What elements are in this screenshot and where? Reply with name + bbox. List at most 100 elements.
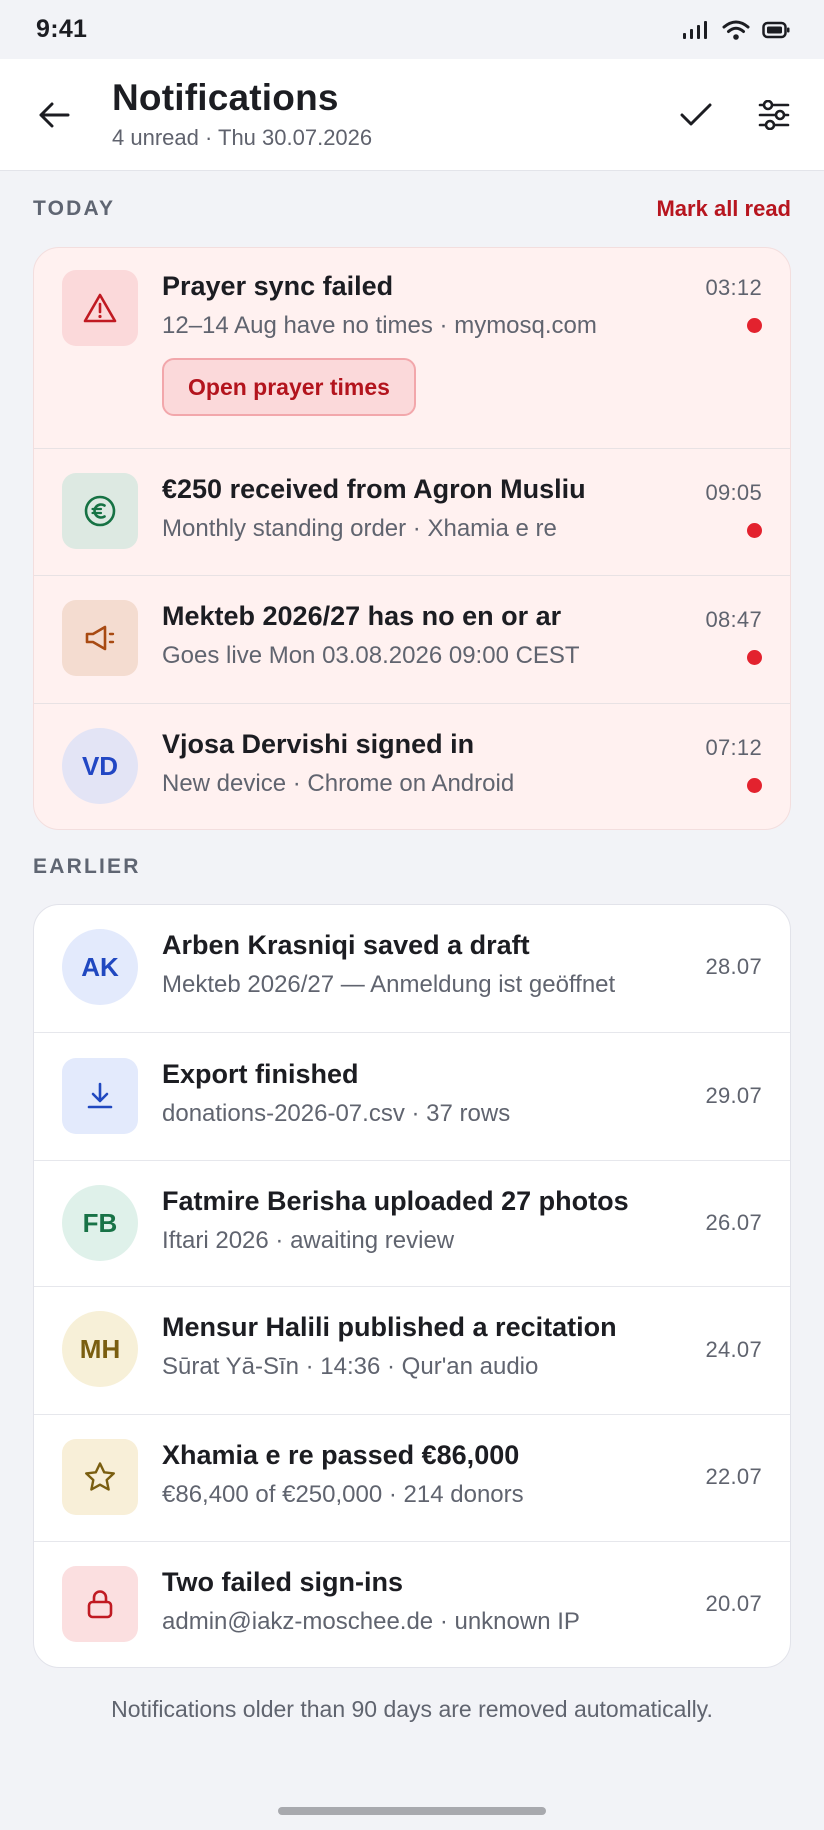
mark-read-button[interactable] bbox=[676, 95, 716, 135]
unread-dot bbox=[747, 650, 762, 665]
list-item[interactable]: Mekteb 2026/27 has no en or ar Goes live… bbox=[34, 575, 790, 703]
row-meta: 20.07 bbox=[705, 1591, 762, 1617]
row-title: Prayer sync failed bbox=[162, 271, 394, 301]
section-earlier-header: EARLIER bbox=[0, 830, 824, 904]
row-subtitle: Goes live Mon 03.08.2026 09:00 CEST bbox=[162, 642, 580, 670]
status-icons bbox=[682, 19, 790, 41]
avatar: AK bbox=[62, 929, 138, 1005]
row-meta: 26.07 bbox=[705, 1210, 762, 1236]
list-item[interactable]: FB Fatmire Berisha uploaded 27 photos If… bbox=[34, 1160, 790, 1286]
row-time: 29.07 bbox=[705, 1083, 762, 1108]
list-item[interactable]: VD Vjosa Dervishi signed in New device ·… bbox=[34, 703, 790, 829]
notification-icon-wrap bbox=[62, 270, 138, 346]
avatar: VD bbox=[62, 728, 138, 804]
retention-note: Notifications older than 90 days are rem… bbox=[111, 1696, 713, 1722]
row-meta: 03:12 bbox=[705, 275, 762, 333]
today-card: Prayer sync failed 12–14 Aug have no tim… bbox=[33, 247, 791, 830]
notification-icon-wrap bbox=[62, 1439, 138, 1515]
wifi-icon bbox=[722, 20, 750, 40]
open-prayer-times-button[interactable]: Open prayer times bbox=[162, 358, 416, 417]
earlier-card: AK Arben Krasniqi saved a draft Mekteb 2… bbox=[33, 904, 791, 1668]
row-body: Vjosa Dervishi signed in New device · Ch… bbox=[162, 728, 762, 798]
row-title: Export finished bbox=[162, 1059, 359, 1089]
notification-icon-wrap bbox=[62, 1058, 138, 1134]
row-body: Prayer sync failed 12–14 Aug have no tim… bbox=[162, 270, 762, 417]
row-meta: 28.07 bbox=[705, 954, 762, 980]
app-header: Notifications 4 unread · Thu 30.07.2026 bbox=[0, 59, 824, 171]
unread-dot bbox=[747, 778, 762, 793]
list-item[interactable]: Prayer sync failed 12–14 Aug have no tim… bbox=[34, 248, 790, 448]
list-item[interactable]: €250 received from Agron Musliu Monthly … bbox=[34, 448, 790, 575]
row-body: Mekteb 2026/27 has no en or ar Goes live… bbox=[162, 600, 762, 670]
list-item[interactable]: MH Mensur Halili published a recitation … bbox=[34, 1286, 790, 1414]
row-body: Mensur Halili published a recitation Sūr… bbox=[162, 1311, 762, 1381]
row-time: 09:05 bbox=[705, 480, 762, 505]
row-title: Vjosa Dervishi signed in bbox=[162, 729, 475, 759]
avatar: FB bbox=[62, 1185, 138, 1261]
row-subtitle: Iftari 2026 · awaiting review bbox=[162, 1227, 455, 1255]
row-subtitle: donations-2026-07.csv · 37 rows bbox=[162, 1100, 511, 1128]
row-meta: 08:47 bbox=[705, 607, 762, 665]
megaphone-icon bbox=[85, 625, 115, 651]
unread-dot bbox=[747, 318, 762, 333]
row-body: €250 received from Agron Musliu Monthly … bbox=[162, 473, 762, 543]
row-title: €250 received from Agron Musliu bbox=[162, 474, 586, 504]
row-title: Mekteb 2026/27 has no en or ar bbox=[162, 601, 562, 631]
warning-icon bbox=[83, 293, 117, 323]
section-label-earlier: EARLIER bbox=[33, 855, 141, 878]
notification-icon-wrap bbox=[62, 473, 138, 549]
page-subtitle: 4 unread · Thu 30.07.2026 bbox=[112, 124, 373, 150]
row-body: Arben Krasniqi saved a draft Mekteb 2026… bbox=[162, 929, 762, 999]
row-subtitle: Sūrat Yā-Sīn · 14:36 · Qur'an audio bbox=[162, 1353, 539, 1381]
star-icon bbox=[85, 1462, 115, 1491]
row-time: 20.07 bbox=[705, 1591, 762, 1616]
section-label-today: TODAY bbox=[33, 197, 116, 220]
mark-all-read-link[interactable]: Mark all read bbox=[656, 196, 791, 222]
row-body: Xhamia e re passed €86,000 €86,400 of €2… bbox=[162, 1439, 762, 1509]
header-actions bbox=[676, 95, 794, 135]
row-meta: 24.07 bbox=[705, 1337, 762, 1363]
check-icon bbox=[680, 103, 712, 125]
unread-dot bbox=[747, 523, 762, 538]
back-button[interactable] bbox=[34, 95, 74, 135]
row-body: Fatmire Berisha uploaded 27 photos Iftar… bbox=[162, 1185, 762, 1255]
row-subtitle: admin@iakz-moschee.de · unknown IP bbox=[162, 1608, 580, 1636]
list-item[interactable]: Xhamia e re passed €86,000 €86,400 of €2… bbox=[34, 1414, 790, 1541]
status-bar: 9:41 bbox=[0, 0, 824, 59]
list-item[interactable]: AK Arben Krasniqi saved a draft Mekteb 2… bbox=[34, 905, 790, 1032]
row-subtitle: Mekteb 2026/27 — Anmeldung ist geöffnet bbox=[162, 971, 616, 999]
row-meta: 22.07 bbox=[705, 1464, 762, 1490]
row-time: 22.07 bbox=[705, 1464, 762, 1489]
row-time: 03:12 bbox=[705, 275, 762, 300]
row-title: Arben Krasniqi saved a draft bbox=[162, 930, 530, 960]
notification-icon-wrap bbox=[62, 600, 138, 676]
home-indicator[interactable] bbox=[278, 1807, 546, 1815]
row-body: Export finished donations-2026-07.csv · … bbox=[162, 1058, 762, 1128]
row-meta: 29.07 bbox=[705, 1083, 762, 1109]
filter-button[interactable] bbox=[754, 95, 794, 135]
title-block: Notifications 4 unread · Thu 30.07.2026 bbox=[112, 77, 676, 151]
row-time: 08:47 bbox=[705, 607, 762, 632]
avatar: MH bbox=[62, 1311, 138, 1387]
row-subtitle: Monthly standing order · Xhamia e re bbox=[162, 515, 557, 543]
status-time: 9:41 bbox=[36, 15, 88, 43]
row-time: 07:12 bbox=[705, 735, 762, 760]
row-subtitle: 12–14 Aug have no times · mymosq.com bbox=[162, 312, 597, 340]
sliders-icon bbox=[758, 99, 790, 130]
row-title: Fatmire Berisha uploaded 27 photos bbox=[162, 1186, 629, 1216]
arrow-left-icon bbox=[39, 102, 70, 127]
row-subtitle: €86,400 of €250,000 · 214 donors bbox=[162, 1481, 524, 1509]
euro-icon bbox=[84, 495, 116, 527]
row-time: 26.07 bbox=[705, 1210, 762, 1235]
section-today-header: TODAY Mark all read bbox=[0, 171, 824, 247]
page-title: Notifications bbox=[112, 77, 339, 119]
row-subtitle: New device · Chrome on Android bbox=[162, 770, 515, 798]
notification-icon-wrap bbox=[62, 1566, 138, 1642]
list-item[interactable]: Export finished donations-2026-07.csv · … bbox=[34, 1032, 790, 1160]
row-body: Two failed sign-ins admin@iakz-moschee.d… bbox=[162, 1566, 762, 1636]
download-icon bbox=[87, 1082, 113, 1109]
row-time: 28.07 bbox=[705, 954, 762, 979]
list-item[interactable]: Two failed sign-ins admin@iakz-moschee.d… bbox=[34, 1541, 790, 1667]
row-time: 24.07 bbox=[705, 1337, 762, 1362]
signal-icon bbox=[683, 20, 707, 39]
